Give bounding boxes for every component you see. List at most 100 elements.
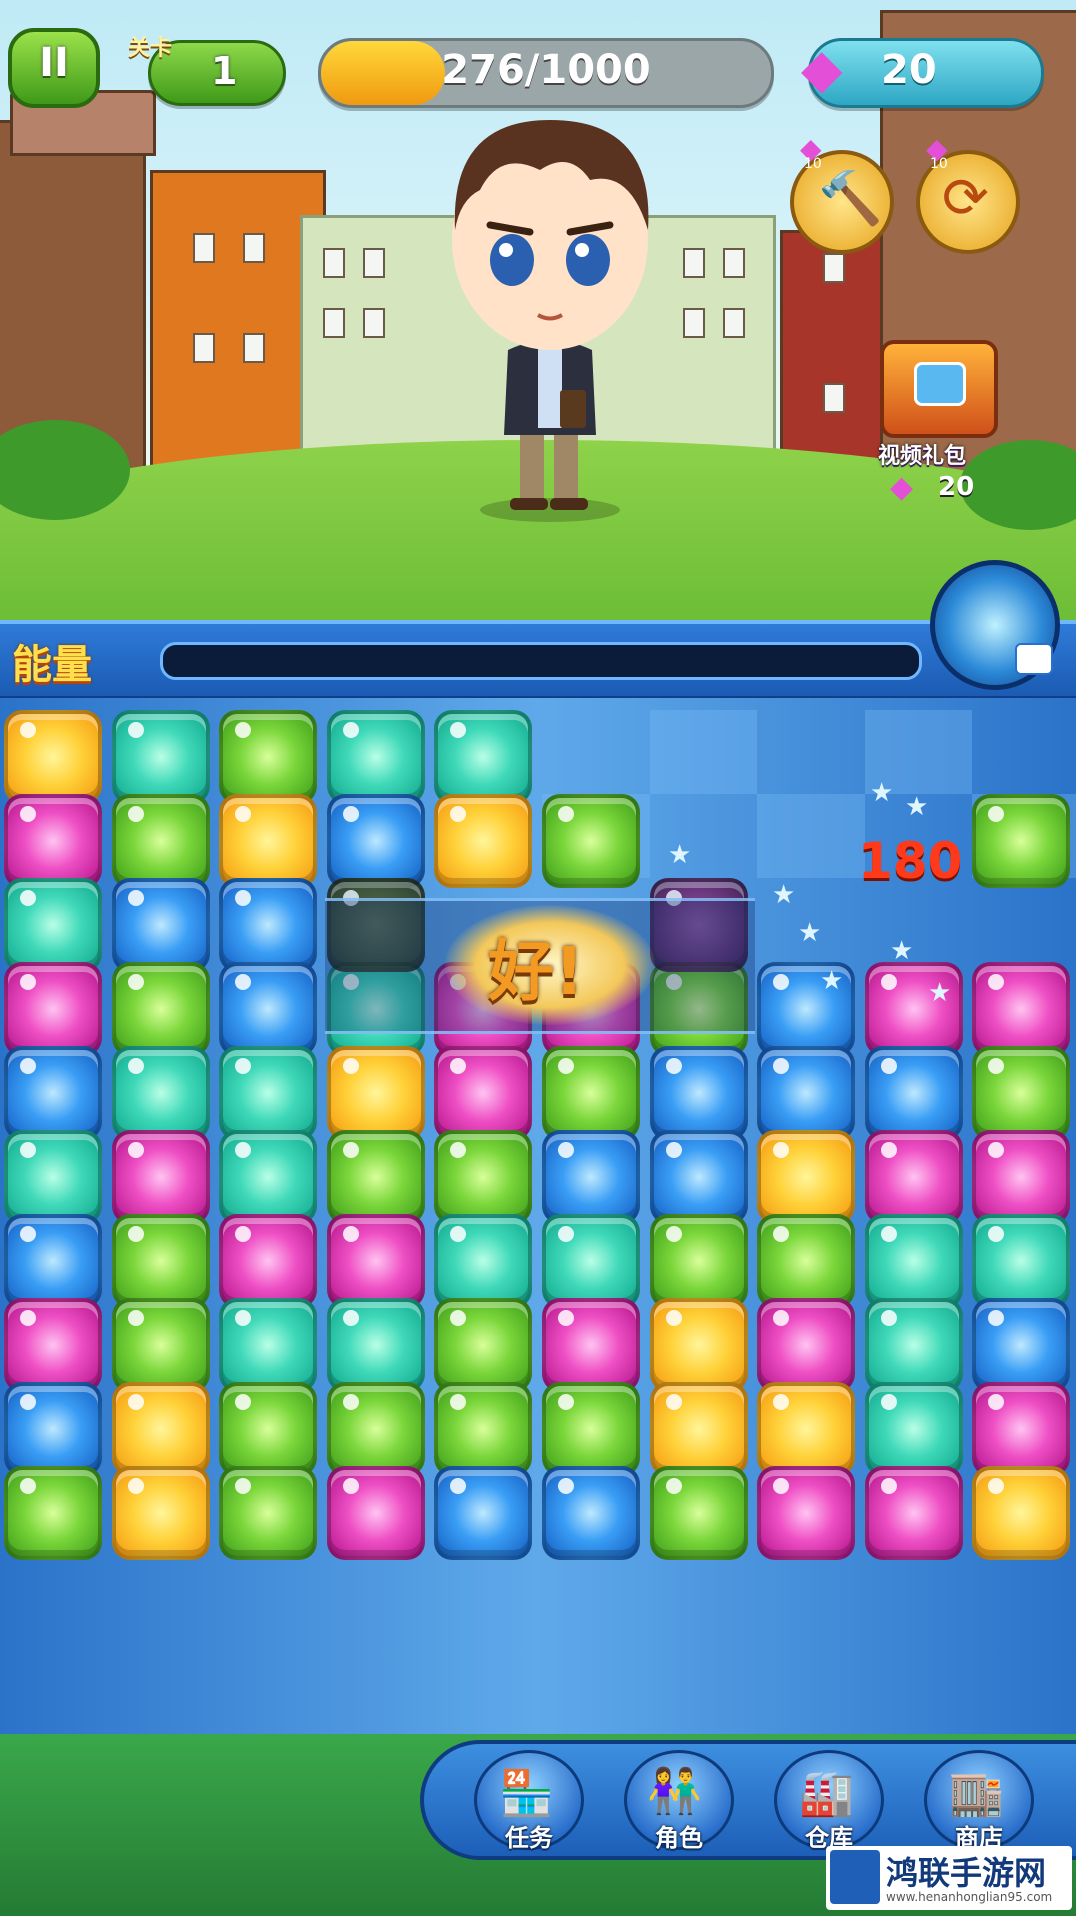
pause-button[interactable]: II: [8, 28, 100, 108]
tile-blue[interactable]: [4, 1046, 102, 1140]
tile-green[interactable]: [219, 1466, 318, 1560]
tile-teal[interactable]: [542, 1214, 640, 1308]
tile-teal[interactable]: [434, 710, 533, 804]
tile-green[interactable]: [542, 1382, 640, 1476]
tile-pink[interactable]: [434, 1046, 533, 1140]
tile-pink[interactable]: [864, 962, 963, 1056]
tile-yellow[interactable]: [111, 1466, 210, 1560]
nav-character-button[interactable]: 👫 角色: [624, 1750, 734, 1852]
tile-pink[interactable]: [972, 1382, 1071, 1476]
tile-blue[interactable]: [219, 962, 318, 1056]
tile-blue[interactable]: [4, 1382, 102, 1476]
tile-green[interactable]: [757, 1214, 856, 1308]
tile-pink[interactable]: [542, 1298, 640, 1392]
tile-pink[interactable]: [219, 1214, 318, 1308]
tile-green[interactable]: [111, 962, 210, 1056]
tile-pink[interactable]: [864, 1466, 963, 1560]
tile-green[interactable]: [972, 794, 1071, 888]
player-character[interactable]: [420, 90, 680, 530]
refresh-icon: ⟳: [942, 166, 989, 231]
tile-teal[interactable]: [111, 1046, 210, 1140]
sparkle-icon: ★: [820, 966, 844, 996]
tile-yellow[interactable]: [434, 794, 533, 888]
tile-yellow[interactable]: [649, 1382, 748, 1476]
tile-green[interactable]: [219, 1382, 318, 1476]
tile-teal[interactable]: [111, 710, 210, 804]
tile-yellow[interactable]: [757, 1382, 856, 1476]
tile-blue[interactable]: [864, 1046, 963, 1140]
tile-yellow[interactable]: [219, 794, 318, 888]
tile-yellow[interactable]: [326, 1046, 425, 1140]
tile-teal[interactable]: [326, 1298, 425, 1392]
tile-green[interactable]: [542, 1046, 640, 1140]
tile-teal[interactable]: [864, 1298, 963, 1392]
tile-pink[interactable]: [864, 1130, 963, 1224]
tile-blue[interactable]: [434, 1466, 533, 1560]
tile-green[interactable]: [434, 1130, 533, 1224]
nav-warehouse-button[interactable]: 🏭 仓库: [774, 1750, 884, 1852]
tile-teal[interactable]: [864, 1382, 963, 1476]
tile-teal[interactable]: [326, 710, 425, 804]
tile-pink[interactable]: [757, 1466, 856, 1560]
tile-green[interactable]: [111, 1214, 210, 1308]
tile-green[interactable]: [649, 1466, 748, 1560]
tile-blue[interactable]: [111, 878, 210, 972]
tile-teal[interactable]: [219, 1046, 318, 1140]
tile-blue[interactable]: [326, 794, 425, 888]
tile-blue[interactable]: [542, 1130, 640, 1224]
warehouse-icon: 🏭: [799, 1768, 854, 1819]
video-gift-reward: 20: [938, 472, 975, 502]
nav-task-button[interactable]: 🏪 任务: [474, 1750, 584, 1852]
tile-teal[interactable]: [4, 1130, 102, 1224]
energy-panel: 能量: [0, 620, 1076, 700]
tile-blue[interactable]: [4, 1214, 102, 1308]
tile-yellow[interactable]: [649, 1298, 748, 1392]
tile-teal[interactable]: [219, 1298, 318, 1392]
level-label: 关卡: [128, 36, 173, 61]
tile-pink[interactable]: [972, 962, 1071, 1056]
tile-yellow[interactable]: [4, 710, 102, 804]
tile-blue[interactable]: [972, 1298, 1071, 1392]
tile-blue[interactable]: [542, 1466, 640, 1560]
bottom-nav-bar: 🏪 任务 👫 角色 🏭 仓库 🏬 商店: [420, 1740, 1076, 1860]
tile-green[interactable]: [4, 1466, 102, 1560]
tile-teal[interactable]: [434, 1214, 533, 1308]
gem-counter[interactable]: ◆ 20: [801, 37, 1044, 108]
tile-pink[interactable]: [326, 1214, 425, 1308]
tile-pink[interactable]: [4, 962, 102, 1056]
tile-pink[interactable]: [111, 1130, 210, 1224]
tile-blue[interactable]: [649, 1130, 748, 1224]
tile-pink[interactable]: [4, 1298, 102, 1392]
tile-green[interactable]: [326, 1130, 425, 1224]
tile-green[interactable]: [434, 1298, 533, 1392]
tile-green[interactable]: [542, 794, 640, 888]
tile-green[interactable]: [972, 1046, 1071, 1140]
tile-blue[interactable]: [649, 1046, 748, 1140]
tile-teal[interactable]: [972, 1214, 1071, 1308]
tile-teal[interactable]: [864, 1214, 963, 1308]
tile-green[interactable]: [649, 1214, 748, 1308]
energy-orb-button[interactable]: [930, 560, 1060, 690]
tile-pink[interactable]: [4, 794, 102, 888]
tile-green[interactable]: [434, 1382, 533, 1476]
tile-blue[interactable]: [219, 878, 318, 972]
tile-pink[interactable]: [972, 1130, 1071, 1224]
tile-yellow[interactable]: [111, 1382, 210, 1476]
tile-teal[interactable]: [4, 878, 102, 972]
tile-pink[interactable]: [326, 1466, 425, 1560]
tile-yellow[interactable]: [757, 1130, 856, 1224]
hammer-tool-button[interactable]: 🔨 ◆ 10: [790, 132, 894, 254]
tile-blue[interactable]: [757, 1046, 856, 1140]
tile-green[interactable]: [219, 710, 318, 804]
tile-yellow[interactable]: [972, 1466, 1071, 1560]
tile-pink[interactable]: [757, 1298, 856, 1392]
video-gift-button[interactable]: 视频礼包 ◆ 20: [860, 330, 1010, 510]
gift-box-icon: [880, 340, 998, 438]
tile-teal[interactable]: [219, 1130, 318, 1224]
tile-green[interactable]: [111, 794, 210, 888]
refresh-tool-button[interactable]: ⟳ ◆ 10: [916, 132, 1020, 254]
tile-green[interactable]: [326, 1382, 425, 1476]
tile-green[interactable]: [111, 1298, 210, 1392]
nav-store-button[interactable]: 🏬 商店: [924, 1750, 1034, 1852]
level-value: 1: [211, 49, 238, 93]
